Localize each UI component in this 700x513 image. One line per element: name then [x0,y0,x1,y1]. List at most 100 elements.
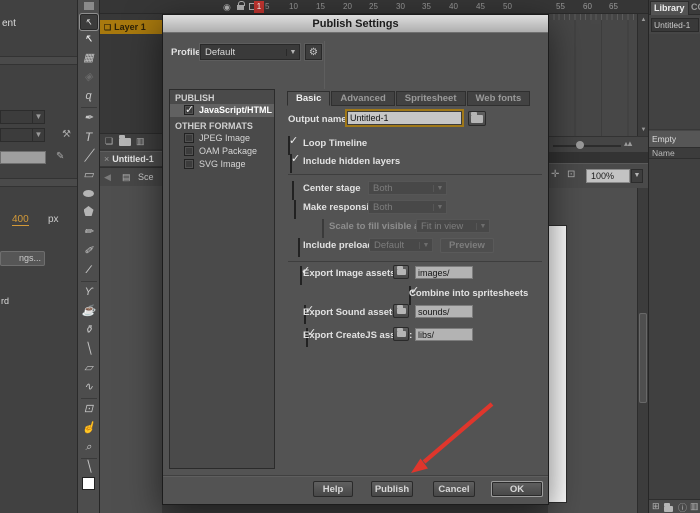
zoom-tool-icon[interactable]: ⌕ [80,438,98,457]
sound-folder-button[interactable] [393,304,409,318]
renderer-dropdown[interactable]: ▼ [0,128,45,142]
oval-tool-icon[interactable] [80,185,98,204]
width-tool-icon[interactable]: ∿ [80,378,98,397]
free-transform-tool-icon[interactable]: ▦ [80,49,98,68]
close-icon[interactable]: × [104,154,109,164]
panel-menu-icon[interactable] [84,2,94,10]
stage-zoom-value[interactable]: 100% [586,169,630,183]
pen-tool-icon[interactable]: ✒ [80,109,98,128]
output-folder-button[interactable] [468,111,486,126]
make-responsive-checkbox[interactable] [294,200,296,219]
ok-button[interactable]: OK [491,481,543,497]
library-name-column-header[interactable]: Name [649,147,700,159]
lasso-tool-icon[interactable]: ɋ [80,87,98,106]
include-preloader-checkbox[interactable] [298,238,300,257]
publish-button[interactable]: Publish [371,481,413,497]
checkbox-icon[interactable] [184,159,194,169]
fill-color-swatch[interactable] [82,477,95,490]
document-tab[interactable]: ×Untitled-1 [100,151,162,166]
lock-icon[interactable] [237,5,244,10]
back-arrow-icon[interactable]: ◀ [104,172,111,183]
text-tool-icon[interactable]: T [80,128,98,147]
format-javascript-html[interactable]: JavaScript/HTML [170,104,274,117]
library-item-list[interactable] [649,159,700,499]
line-tool-icon[interactable]: ╱ [80,147,98,166]
eyedropper-tool-icon[interactable]: ╲ [80,340,98,359]
center-stage-checkbox[interactable] [292,181,294,200]
edit-symbols-icon[interactable]: ⊡ [567,169,575,180]
sound-path-input[interactable] [415,305,473,318]
tab-basic[interactable]: Basic [287,91,330,106]
bone-tool-icon[interactable]: ϒ [80,283,98,302]
tab-spritesheet[interactable]: Spritesheet [396,91,466,106]
export-image-assets-checkbox[interactable] [300,266,302,285]
slider-track[interactable] [553,145,621,147]
pencil-edit-icon[interactable]: ✎ [56,151,64,162]
tab-cc-libraries-fragment[interactable]: CC [691,2,700,12]
delete-item-icon[interactable]: ▥ [690,501,699,512]
target-dropdown[interactable]: ▼ [0,110,45,124]
tab-web-fonts[interactable]: Web fonts [467,91,531,106]
checkbox-icon[interactable] [184,146,194,156]
createjs-path-input[interactable] [415,328,473,341]
stroke-color-picker-icon[interactable]: ╲ [80,460,98,474]
format-jpeg[interactable]: JPEG Image [170,132,274,145]
delete-layer-icon[interactable]: ▥ [136,136,145,147]
include-hidden-layers-checkbox[interactable] [290,154,292,173]
profile-dropdown[interactable]: Default ▼ [200,44,300,60]
format-oam[interactable]: OAM Package [170,145,274,158]
wrench-icon[interactable]: ⚒ [62,129,71,140]
paint-brush-tool-icon[interactable]: ✐ [80,242,98,261]
layer-row[interactable]: ❏Layer 1 [100,20,162,34]
new-layer-icon[interactable]: ❏ [105,136,113,147]
tab-library[interactable]: Library [650,1,689,15]
new-folder-icon[interactable] [664,504,673,513]
playhead[interactable]: 1 [254,1,264,13]
help-button[interactable]: Help [313,481,353,497]
pasteboard-left[interactable] [100,186,162,513]
loop-timeline-checkbox[interactable] [288,136,290,155]
class-field[interactable] [0,151,46,164]
checkbox-icon[interactable] [184,133,194,143]
image-folder-button[interactable] [393,265,409,279]
output-name-input[interactable] [347,111,462,125]
cancel-button[interactable]: Cancel [433,481,475,497]
zoom-dropdown-arrow[interactable]: ▼ [631,169,643,183]
stage-canvas[interactable] [549,225,567,503]
eraser-tool-icon[interactable]: ▱ [80,359,98,378]
polystar-tool-icon[interactable] [80,204,98,223]
image-path-input[interactable] [415,266,473,279]
camera-tool-icon[interactable]: ⊡ [80,400,98,419]
subselection-tool-icon[interactable]: ↖ [80,30,98,49]
library-document-select[interactable]: Untitled-1 [651,18,699,32]
show-hide-eye-icon[interactable]: ◉ [223,2,231,12]
hand-tool-icon[interactable]: ☝ [80,419,98,438]
new-symbol-icon[interactable]: ⊞ [652,501,660,512]
item-properties-icon[interactable]: ⓘ [678,501,687,513]
ink-bottle-tool-icon[interactable]: ⚱ [80,321,98,340]
brush-tool-icon[interactable]: ∕ [80,261,98,280]
pasteboard-right[interactable] [548,188,648,513]
profile-options-gear-button[interactable]: ⚙ [305,44,322,60]
slider-handle[interactable] [576,141,584,149]
paint-bucket-tool-icon[interactable]: ☕ [80,302,98,321]
center-frame-icon[interactable]: ✛ [551,169,559,180]
dialog-title[interactable]: Publish Settings [163,15,548,33]
frame-grid[interactable] [548,20,637,136]
selection-tool-icon[interactable]: ↖ [80,14,98,30]
stage-height-value[interactable]: 400 [12,214,29,226]
checkbox-checked-icon[interactable] [184,105,194,115]
advanced-settings-button[interactable]: ngs... [0,251,45,266]
section-header-bar[interactable] [0,56,77,65]
section-header-bar[interactable] [0,178,77,187]
layer-name[interactable]: Layer 1 [114,22,146,32]
stage-vertical-scrollbar[interactable] [637,188,648,513]
tab-advanced[interactable]: Advanced [331,91,394,106]
new-folder-icon[interactable] [119,138,131,148]
pencil-tool-icon[interactable]: ✏ [80,223,98,242]
timeline-vertical-scrollbar[interactable]: ▲ ▼ [637,14,648,136]
createjs-folder-button[interactable] [393,327,409,341]
format-svg[interactable]: SVG Image [170,158,274,171]
scrollbar-thumb[interactable] [639,313,647,403]
rectangle-tool-icon[interactable]: ▭ [80,166,98,185]
